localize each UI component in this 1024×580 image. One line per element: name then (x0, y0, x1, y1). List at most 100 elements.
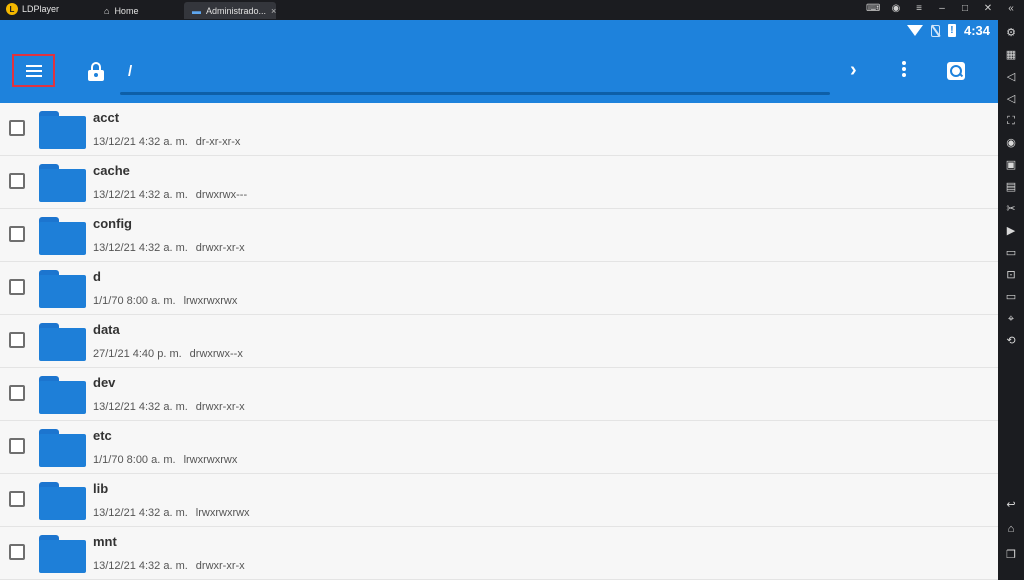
file-manager-toolbar: / › (0, 42, 998, 103)
file-meta: 13/12/21 4:32 a. m. drwxr-xr-x (93, 401, 245, 413)
tab-administrador-label: Administrado... (206, 5, 267, 16)
file-meta: 13/12/21 4:32 a. m. dr-xr-xr-x (93, 136, 240, 148)
path-underline (120, 92, 830, 95)
android-home-icon[interactable]: ⌂ (1004, 522, 1018, 536)
video-icon[interactable]: ▶ (1004, 224, 1018, 238)
emulator-titlebar: L LDPlayer ⌂ Home ▬ Administrado... × ⌨ … (0, 0, 1024, 20)
row-checkbox[interactable] (9, 226, 25, 242)
chevron-right-icon[interactable]: › (850, 59, 857, 82)
folder-icon (39, 111, 86, 149)
no-sim-icon (930, 24, 940, 37)
file-meta: 13/12/21 4:32 a. m. drwxr-xr-x (93, 242, 245, 254)
file-date: 13/12/21 4:32 a. m. (93, 189, 188, 201)
file-date: 13/12/21 4:32 a. m. (93, 560, 188, 572)
sync-icon[interactable]: ▭ (1004, 246, 1018, 260)
file-date: 13/12/21 4:32 a. m. (93, 136, 188, 148)
file-permissions: dr-xr-xr-x (195, 136, 241, 148)
navigation-menu-button[interactable] (12, 54, 55, 87)
tab-administrador[interactable]: ▬ Administrado... × (184, 2, 276, 19)
file-date: 13/12/21 4:32 a. m. (93, 401, 188, 413)
operation-record-icon[interactable]: ⊡ (1004, 268, 1018, 282)
folder-icon (39, 429, 86, 467)
row-checkbox[interactable] (9, 438, 25, 454)
folder-icon (39, 164, 86, 202)
row-checkbox[interactable] (9, 279, 25, 295)
file-permissions: lrwxrwxrwx (183, 295, 238, 307)
row-checkbox[interactable] (9, 332, 25, 348)
emulator-sidebar: ⚙ ▦ ◁ ◁ ⛶ ◉ ▣ ▤ ✂ ▶ ▭ ⊡ ▭ ⌖ ⟲ ↩ ⌂ ❐ (998, 20, 1024, 580)
file-date: 27/1/21 4:40 p. m. (93, 348, 182, 360)
file-meta: 1/1/70 8:00 a. m. lrwxrwxrwx (93, 454, 237, 466)
folder-icon (39, 323, 86, 361)
file-meta: 27/1/21 4:40 p. m. drwxrwx--x (93, 348, 243, 360)
screenshot-icon[interactable]: ⛶ (1004, 114, 1018, 128)
row-checkbox[interactable] (9, 491, 25, 507)
file-row[interactable]: mnt 13/12/21 4:32 a. m. drwxr-xr-x (0, 527, 998, 580)
file-permissions: lrwxrwxrwx (195, 507, 250, 519)
file-permissions: lrwxrwxrwx (183, 454, 238, 466)
more-options-icon[interactable] (902, 61, 906, 77)
file-permissions: drwxr-xr-x (195, 401, 245, 413)
file-permissions: drwxr-xr-x (195, 242, 245, 254)
row-checkbox[interactable] (9, 173, 25, 189)
current-path[interactable]: / (128, 63, 132, 80)
scissors-icon[interactable]: ✂ (1004, 202, 1018, 216)
close-window-icon[interactable]: ✕ (981, 3, 995, 14)
row-checkbox[interactable] (9, 544, 25, 560)
app-brand: L LDPlayer (6, 3, 59, 15)
file-name: etc (93, 428, 112, 443)
app-name: LDPlayer (22, 4, 60, 14)
row-checkbox[interactable] (9, 385, 25, 401)
volume-up-icon[interactable]: ◁ (1004, 70, 1018, 84)
row-checkbox[interactable] (9, 120, 25, 136)
shared-folder-icon[interactable]: ▭ (1004, 290, 1018, 304)
file-name: data (93, 322, 120, 337)
file-row[interactable]: dev 13/12/21 4:32 a. m. drwxr-xr-x (0, 368, 998, 421)
tab-close-icon[interactable]: × (271, 6, 276, 16)
search-icon[interactable] (947, 62, 965, 80)
record-icon[interactable]: ◉ (1004, 136, 1018, 150)
menu-icon[interactable]: ≡ (912, 3, 926, 14)
android-screen: 4:34 / › acct 13/12/21 4:32 a. m. dr-xr-xr… (0, 20, 998, 580)
file-row[interactable]: config 13/12/21 4:32 a. m. drwxr-xr-x (0, 209, 998, 262)
keyboard-icon[interactable]: ▦ (1004, 48, 1018, 62)
folder-icon: ▬ (192, 5, 201, 16)
lock-icon[interactable] (88, 62, 104, 82)
fps-icon[interactable]: ▤ (1004, 180, 1018, 194)
back-icon[interactable]: ↩ (1004, 498, 1018, 512)
file-permissions: drwxrwx--x (189, 348, 243, 360)
file-row[interactable]: lib 13/12/21 4:32 a. m. lrwxrwxrwx (0, 474, 998, 527)
hamburger-icon (25, 64, 42, 77)
file-row[interactable]: d 1/1/70 8:00 a. m. lrwxrwxrwx (0, 262, 998, 315)
settings-icon[interactable]: ⚙ (1004, 26, 1018, 40)
folder-icon (39, 217, 86, 255)
rotate-icon[interactable]: ⟲ (1004, 334, 1018, 348)
file-name: lib (93, 481, 109, 496)
apk-install-icon[interactable]: ▣ (1004, 158, 1018, 172)
file-row[interactable]: acct 13/12/21 4:32 a. m. dr-xr-xr-x (0, 103, 998, 156)
location-icon[interactable]: ⌖ (1004, 312, 1018, 326)
file-row[interactable]: cache 13/12/21 4:32 a. m. drwxrwx--- (0, 156, 998, 209)
file-date: 13/12/21 4:32 a. m. (93, 507, 188, 519)
file-name: acct (93, 110, 120, 125)
collapse-sidebar-icon[interactable]: « (1004, 3, 1018, 14)
minimize-icon[interactable]: – (935, 3, 949, 14)
maximize-icon[interactable]: □ (958, 3, 972, 14)
wifi-icon (906, 25, 923, 36)
recent-apps-icon[interactable]: ❐ (1004, 548, 1018, 562)
folder-icon (39, 376, 86, 414)
file-name: config (93, 216, 132, 231)
file-meta: 13/12/21 4:32 a. m. lrwxrwxrwx (93, 507, 250, 519)
tab-home[interactable]: ⌂ Home (96, 2, 184, 19)
file-row[interactable]: data 27/1/21 4:40 p. m. drwxrwx--x (0, 315, 998, 368)
file-meta: 1/1/70 8:00 a. m. lrwxrwxrwx (93, 295, 237, 307)
file-name: mnt (93, 534, 117, 549)
file-date: 13/12/21 4:32 a. m. (93, 242, 188, 254)
volume-down-icon[interactable]: ◁ (1004, 92, 1018, 106)
ldplayer-logo-icon: L (6, 3, 18, 15)
tab-home-label: Home (114, 5, 139, 16)
clock-time: 4:34 (963, 23, 990, 38)
gamepad-icon[interactable]: ⌨ (866, 3, 880, 14)
file-row[interactable]: etc 1/1/70 8:00 a. m. lrwxrwxrwx (0, 421, 998, 474)
account-icon[interactable]: ◉ (889, 3, 903, 14)
